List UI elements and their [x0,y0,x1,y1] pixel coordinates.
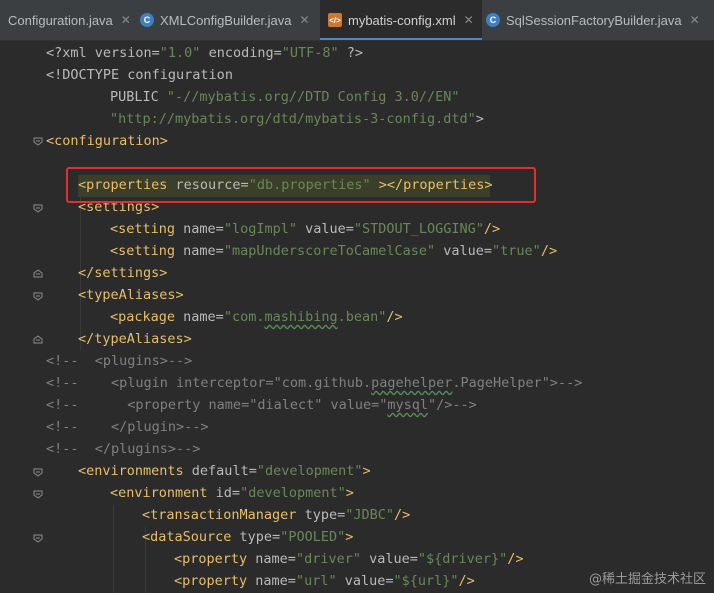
code-line: PUBLIC "-//mybatis.org//DTD Config 3.0//… [110,89,460,105]
tab-label: SqlSessionFactoryBuilder.java [506,12,682,28]
code-line: <environments default="development"> [78,463,371,479]
code-line: <setting name="mapUnderscoreToCamelCase"… [110,243,558,259]
code-line: <!DOCTYPE configuration [46,67,233,83]
tab-mybatis-config-xml[interactable]: </> mybatis-config.xml ✕ [320,0,482,40]
code-editor[interactable]: <?xml version="1.0" encoding="UTF-8" ?> … [46,41,714,593]
code-line: </typeAliases> [78,331,192,347]
fold-collapse-icon[interactable] [33,291,43,301]
fold-collapse-icon[interactable] [33,203,43,213]
editor-gutter [0,41,40,593]
tab-label: mybatis-config.xml [348,12,456,28]
java-class-icon: C [486,13,500,27]
tab-label: XMLConfigBuilder.java [160,12,292,28]
code-line: <dataSource type="POOLED"> [142,529,354,545]
code-line: "http://mybatis.org/dtd/mybatis-3-config… [110,111,484,127]
code-line: <!-- </plugin>--> [46,419,209,435]
code-line: <!-- <plugins>--> [46,353,193,369]
code-line: <configuration> [46,133,168,149]
watermark: @稀土掘金技术社区 [588,572,706,587]
fold-collapse-icon[interactable] [33,467,43,477]
tab-label: Configuration.java [8,12,113,28]
tab-xmlconfigbuilder-java[interactable]: C XMLConfigBuilder.java ✕ [140,0,320,40]
close-icon[interactable]: ✕ [121,13,131,27]
tab-sqlsessionfactorybuilder-java[interactable]: C SqlSessionFactoryBuilder.java ✕ [486,0,714,40]
code-line: <environment id="development"> [110,485,354,501]
code-line: <typeAliases> [78,287,184,303]
code-line: <setting name="logImpl" value="STDOUT_LO… [110,221,501,237]
close-icon[interactable]: ✕ [464,13,474,27]
fold-collapse-icon[interactable] [33,489,43,499]
tab-configuration-java[interactable]: Configuration.java ✕ [0,0,144,40]
code-line: <?xml version="1.0" encoding="UTF-8" ?> [46,45,364,61]
close-icon[interactable]: ✕ [300,13,310,27]
code-line: <property name="driver" value="${driver}… [174,551,524,567]
code-line: <transactionManager type="JDBC"/> [142,507,411,523]
close-icon[interactable]: ✕ [690,13,700,27]
code-line: </settings> [78,265,168,281]
fold-collapse-icon[interactable] [33,136,43,146]
code-line: <!-- <plugin interceptor="com.github.pag… [46,375,583,391]
fold-expand-icon[interactable] [33,335,43,345]
editor-tab-bar: Configuration.java ✕ C XMLConfigBuilder.… [0,0,714,41]
fold-expand-icon[interactable] [33,269,43,279]
code-line: <!-- </plugins>--> [46,441,201,457]
java-class-icon: C [140,13,154,27]
code-line: <package name="com.mashibing.bean"/> [110,309,403,325]
xml-file-icon: </> [328,13,342,27]
code-line: <!-- <property name="dialect" value="mys… [46,397,477,413]
code-line: <property name="url" value="${url}"/> [174,573,475,589]
fold-collapse-icon[interactable] [33,533,43,543]
annotation-highlight-box [66,167,536,203]
